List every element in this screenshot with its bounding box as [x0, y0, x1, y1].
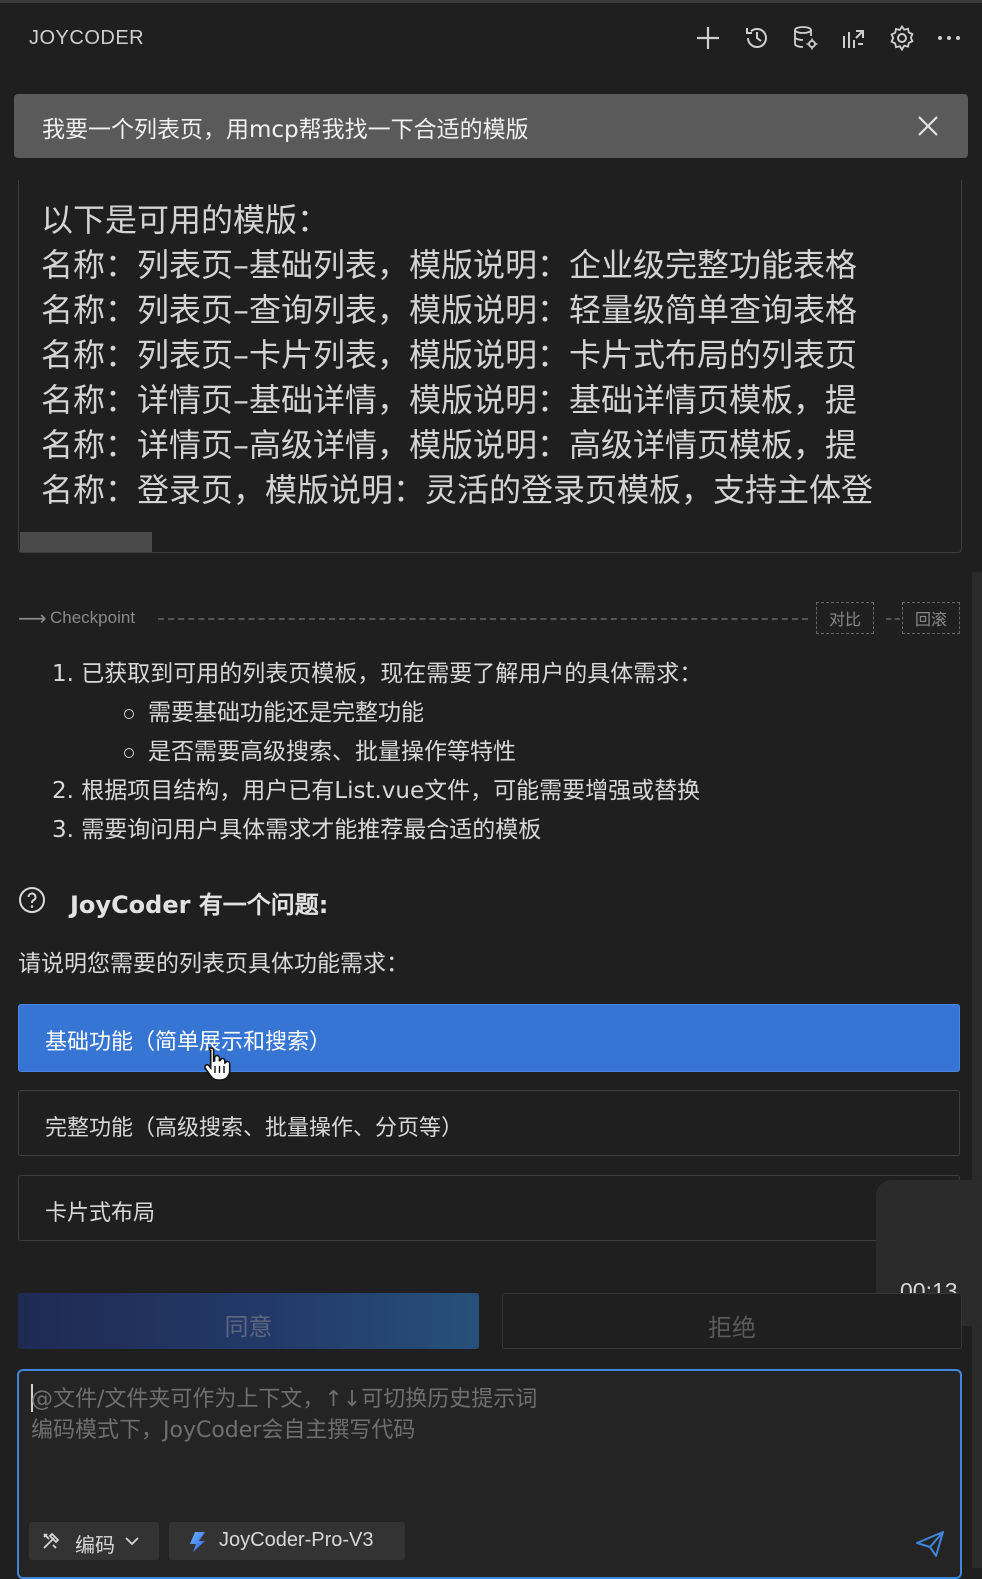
question-icon: [18, 886, 46, 914]
input-placeholder-line: @文件/文件夹可作为上下文，↑↓可切换历史提示词: [31, 1387, 538, 1412]
task-text: 我要一个列表页，用mcp帮我找一下合适的模版: [42, 117, 529, 143]
model-logo-icon: [187, 1531, 207, 1553]
question-prompt: 请说明您需要的列表页具体功能需求：: [18, 951, 409, 977]
send-icon[interactable]: [914, 1529, 946, 1559]
agree-button-label: 同意: [224, 1313, 273, 1341]
tool-output-line: 名称：详情页–高级详情，模版说明：高级详情页模板，提: [41, 426, 858, 464]
tools-icon: [41, 1531, 61, 1551]
tool-output-line: 名称：详情页–基础详情，模版说明：基础详情页模板，提: [41, 381, 858, 419]
checkpoint-label: Checkpoint: [50, 608, 136, 627]
tool-output-line: 以下是可用的模版：: [41, 201, 330, 239]
reasoning-list: 1. 已获取到可用的列表页模板，现在需要了解用户的具体需求： 需要基础功能还是完…: [52, 658, 702, 853]
rollback-button[interactable]: 回滚: [902, 602, 960, 634]
database-settings-icon[interactable]: [788, 21, 822, 55]
option-label: 完整功能（高级搜索、批量操作、分页等）: [45, 1116, 464, 1141]
gear-icon[interactable]: [885, 21, 919, 55]
arrow-right-icon: ⟶: [18, 606, 47, 630]
tool-output-line: 名称：列表页–基础列表，模版说明：企业级完整功能表格: [41, 246, 858, 284]
tool-output-line: 名称：登录页，模版说明：灵活的登录页模板，支持主体登: [41, 471, 874, 509]
more-icon[interactable]: [932, 21, 966, 55]
reasoning-item: 3. 需要询问用户具体需求才能推荐最合适的模板: [52, 817, 542, 843]
reject-button-label: 拒绝: [708, 1314, 756, 1342]
tool-output-text: 以下是可用的模版： 名称：列表页–基础列表，模版说明：企业级完整功能表格 名称：…: [41, 198, 873, 513]
reasoning-subitem: 需要基础功能还是完整功能: [52, 697, 702, 736]
hand-cursor-icon: [200, 1044, 234, 1082]
history-icon[interactable]: [740, 21, 774, 55]
chat-input[interactable]: @文件/文件夹可作为上下文，↑↓可切换历史提示词 编码模式下，JoyCoder会…: [17, 1369, 962, 1579]
vertical-scrollbar[interactable]: [972, 572, 982, 1568]
mode-select[interactable]: 编码: [29, 1522, 159, 1560]
option-label: 基础功能（简单展示和搜索）: [45, 1030, 332, 1055]
model-label: JoyCoder-Pro-V3: [219, 1529, 374, 1551]
app-title: JOYCODER: [29, 27, 145, 49]
reasoning-item: 2. 根据项目结构，用户已有List.vue文件，可能需要增强或替换: [52, 778, 701, 804]
mode-label: 编码: [75, 1533, 115, 1557]
tool-output-block: 以下是可用的模版： 名称：列表页–基础列表，模版说明：企业级完整功能表格 名称：…: [18, 180, 962, 553]
agree-button[interactable]: 同意: [18, 1293, 479, 1349]
tool-output-line: 名称：列表页–卡片列表，模版说明：卡片式布局的列表页: [41, 336, 858, 374]
compare-button[interactable]: 对比: [816, 602, 874, 634]
reject-button[interactable]: 拒绝: [502, 1293, 962, 1349]
option-label: 卡片式布局: [45, 1201, 156, 1226]
option-card[interactable]: 卡片式布局: [18, 1175, 960, 1241]
plus-icon[interactable]: [691, 21, 725, 55]
reasoning-subitem: 是否需要高级搜索、批量操作等特性: [52, 736, 702, 775]
input-placeholder-line: 编码模式下，JoyCoder会自主撰写代码: [31, 1418, 416, 1443]
chevron-down-icon: [123, 1532, 141, 1550]
reasoning-subitem-text: 是否需要高级搜索、批量操作等特性: [148, 739, 516, 765]
reasoning-subitem-text: 需要基础功能还是完整功能: [148, 700, 424, 726]
close-icon[interactable]: [914, 112, 942, 140]
sync-icon[interactable]: [836, 21, 870, 55]
checkpoint-divider: [158, 618, 808, 620]
option-basic[interactable]: 基础功能（简单展示和搜索）: [18, 1004, 960, 1072]
model-select[interactable]: JoyCoder-Pro-V3: [169, 1522, 405, 1560]
option-full[interactable]: 完整功能（高级搜索、批量操作、分页等）: [18, 1090, 960, 1156]
checkpoint-divider: [886, 618, 900, 620]
horizontal-scrollbar[interactable]: [19, 532, 961, 552]
task-banner: 我要一个列表页，用mcp帮我找一下合适的模版: [14, 94, 968, 158]
tool-output-line: 名称：列表页–查询列表，模版说明：轻量级简单查询表格: [41, 291, 858, 329]
reasoning-item: 1. 已获取到可用的列表页模板，现在需要了解用户的具体需求：: [52, 661, 703, 687]
horizontal-scrollbar-thumb[interactable]: [20, 532, 152, 552]
panel-header: JOYCODER: [0, 3, 982, 75]
checkpoint-row: ⟶ Checkpoint 对比 回滚: [18, 600, 962, 636]
question-title: JoyCoder 有一个问题:: [70, 891, 329, 919]
